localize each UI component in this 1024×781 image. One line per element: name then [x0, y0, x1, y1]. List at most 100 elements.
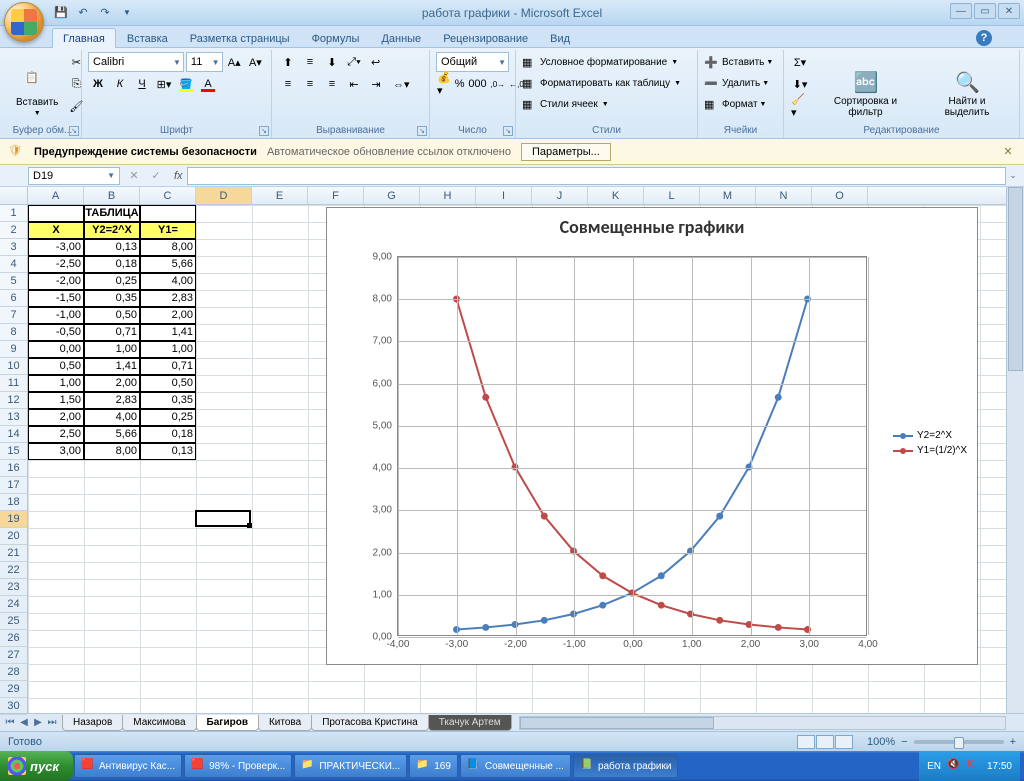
column-header[interactable]: N: [756, 187, 812, 204]
ribbon-tab-0[interactable]: Главная: [52, 28, 116, 48]
taskbar-item[interactable]: 📁169: [409, 754, 458, 778]
ribbon-tab-3[interactable]: Формулы: [301, 28, 371, 48]
qat-dropdown-icon[interactable]: ▼: [118, 4, 136, 22]
paste-button[interactable]: 📋 Вставить ▼: [10, 52, 64, 136]
find-select-button[interactable]: 🔍 Найти и выделить: [921, 52, 1013, 136]
redo-icon[interactable]: ↷: [96, 4, 114, 22]
select-all-corner[interactable]: [0, 187, 28, 204]
row-header[interactable]: 30: [0, 698, 27, 715]
formula-input[interactable]: [187, 167, 1006, 185]
vertical-scrollbar[interactable]: [1006, 187, 1024, 713]
align-left-icon[interactable]: ≡: [278, 74, 298, 94]
dialog-launcher-icon[interactable]: ↘: [259, 126, 269, 136]
active-cell[interactable]: [195, 510, 251, 527]
start-button[interactable]: пуск: [0, 751, 73, 781]
italic-button[interactable]: К: [110, 74, 130, 94]
column-header[interactable]: G: [364, 187, 420, 204]
cell-styles-button[interactable]: ▦Стили ячеек▼: [522, 94, 691, 114]
sheet-tab[interactable]: Багиров: [196, 715, 259, 731]
tray-icon[interactable]: K: [967, 759, 981, 773]
taskbar-item[interactable]: 📗работа графики: [573, 754, 679, 778]
row-header[interactable]: 10: [0, 358, 27, 375]
fx-icon[interactable]: fx: [174, 170, 183, 182]
language-indicator[interactable]: EN: [927, 761, 941, 772]
column-header[interactable]: H: [420, 187, 476, 204]
row-header[interactable]: 18: [0, 494, 27, 511]
column-header[interactable]: D: [196, 187, 252, 204]
shrink-font-icon[interactable]: A▾: [246, 52, 265, 72]
row-header[interactable]: 20: [0, 528, 27, 545]
dialog-launcher-icon[interactable]: ↘: [69, 126, 79, 136]
row-header[interactable]: 3: [0, 239, 27, 256]
minimize-button[interactable]: —: [950, 3, 972, 19]
sheet-tab[interactable]: Ткачук Артем: [428, 715, 512, 731]
column-header[interactable]: M: [700, 187, 756, 204]
column-header[interactable]: L: [644, 187, 700, 204]
enter-icon[interactable]: ✓: [146, 166, 166, 186]
format-as-table-button[interactable]: ▦Форматировать как таблицу▼: [522, 73, 691, 93]
row-header[interactable]: 19: [0, 511, 27, 528]
increase-decimal-icon[interactable]: ,0→: [489, 74, 506, 94]
ribbon-tab-2[interactable]: Разметка страницы: [179, 28, 301, 48]
row-header[interactable]: 9: [0, 341, 27, 358]
column-header[interactable]: F: [308, 187, 364, 204]
row-header[interactable]: 17: [0, 477, 27, 494]
column-header[interactable]: B: [84, 187, 140, 204]
zoom-slider[interactable]: [914, 740, 1004, 744]
clear-icon[interactable]: 🧹▾: [790, 96, 810, 116]
column-header[interactable]: O: [812, 187, 868, 204]
row-header[interactable]: 8: [0, 324, 27, 341]
row-header[interactable]: 26: [0, 630, 27, 647]
font-color-button[interactable]: A: [198, 74, 218, 94]
row-header[interactable]: 7: [0, 307, 27, 324]
zoom-out-icon[interactable]: −: [901, 736, 907, 748]
increase-indent-icon[interactable]: ⇥: [366, 74, 386, 94]
close-icon[interactable]: ✕: [1000, 144, 1016, 160]
row-header[interactable]: 1: [0, 205, 27, 222]
horizontal-scrollbar[interactable]: [519, 716, 1006, 730]
row-header[interactable]: 27: [0, 647, 27, 664]
clock[interactable]: 17:50: [987, 761, 1012, 772]
row-header[interactable]: 12: [0, 392, 27, 409]
system-tray[interactable]: EN 🔇 K 17:50: [919, 751, 1020, 781]
sheet-nav-arrows[interactable]: ⏮◀▶⏭: [0, 717, 62, 728]
office-button[interactable]: [4, 2, 44, 42]
align-right-icon[interactable]: ≡: [322, 74, 342, 94]
sort-filter-button[interactable]: 🔤 Сортировка и фильтр: [812, 52, 919, 136]
merge-center-button[interactable]: ⇔▾: [388, 74, 415, 94]
row-header[interactable]: 29: [0, 681, 27, 698]
align-bottom-icon[interactable]: ⬇: [322, 52, 342, 72]
border-button[interactable]: ⊞▾: [154, 74, 174, 94]
taskbar-item[interactable]: 📁ПРАКТИЧЕСКИ...: [294, 754, 407, 778]
taskbar-item[interactable]: 🟥98% - Проверк...: [184, 754, 292, 778]
row-header[interactable]: 25: [0, 613, 27, 630]
column-header[interactable]: C: [140, 187, 196, 204]
tray-icon[interactable]: 🔇: [947, 759, 961, 773]
row-header[interactable]: 14: [0, 426, 27, 443]
autosum-icon[interactable]: Σ▾: [790, 52, 810, 72]
fill-color-button[interactable]: 🪣: [176, 74, 196, 94]
percent-icon[interactable]: %: [454, 74, 466, 94]
wrap-text-button[interactable]: ↩: [366, 52, 385, 72]
row-header[interactable]: 15: [0, 443, 27, 460]
ribbon-tab-5[interactable]: Рецензирование: [432, 28, 539, 48]
grow-font-icon[interactable]: A▴: [225, 52, 244, 72]
view-buttons[interactable]: [797, 735, 853, 749]
row-header[interactable]: 5: [0, 273, 27, 290]
help-icon[interactable]: ?: [976, 30, 992, 46]
align-top-icon[interactable]: ⬆: [278, 52, 298, 72]
dialog-launcher-icon[interactable]: ↘: [503, 126, 513, 136]
chart-object[interactable]: Совмещенные графики 0,001,002,003,004,00…: [326, 207, 978, 665]
row-header[interactable]: 24: [0, 596, 27, 613]
taskbar-item[interactable]: 📘Совмещенные ...: [460, 754, 571, 778]
save-icon[interactable]: 💾: [52, 4, 70, 22]
maximize-button[interactable]: ▭: [974, 3, 996, 19]
row-header[interactable]: 23: [0, 579, 27, 596]
cancel-icon[interactable]: ✕: [124, 166, 144, 186]
name-box[interactable]: D19▼: [28, 167, 120, 185]
close-button[interactable]: ✕: [998, 3, 1020, 19]
underline-button[interactable]: Ч: [132, 74, 152, 94]
column-header[interactable]: K: [588, 187, 644, 204]
fill-icon[interactable]: ⬇▾: [790, 74, 810, 94]
conditional-formatting-button[interactable]: ▦Условное форматирование▼: [522, 52, 691, 72]
